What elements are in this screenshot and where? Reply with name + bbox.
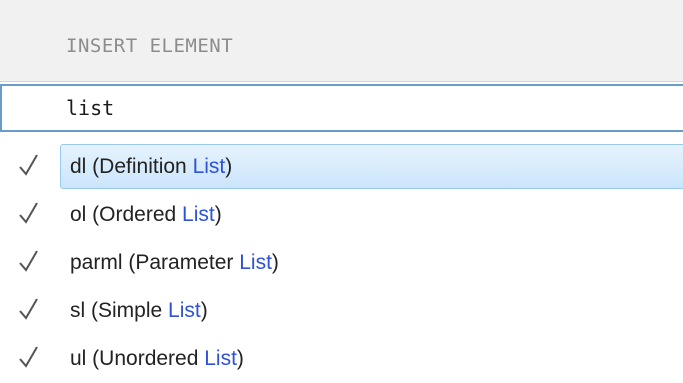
checkmark-icon <box>19 154 38 176</box>
item-label-match: List <box>182 203 215 226</box>
checkmark-icon <box>19 202 38 224</box>
item-label-text: parml (Parameter <box>70 251 240 274</box>
item-label-match: List <box>204 347 237 370</box>
item-label: ul (Unordered List) <box>70 347 244 371</box>
item-label-text: ul (Unordered <box>70 347 205 370</box>
item-label-suffix: ) <box>200 299 208 322</box>
results-list: dl (Definition List) ol (Ordered List) p… <box>0 144 683 383</box>
item-label-suffix: ) <box>225 155 233 178</box>
insert-element-panel: INSERT ELEMENT dl (Definition List) ol (… <box>0 0 683 383</box>
list-item-dl[interactable]: dl (Definition List) <box>0 144 683 192</box>
list-item-ul[interactable]: ul (Unordered List) <box>0 336 683 383</box>
checkmark-icon <box>19 250 38 272</box>
item-label-text: ol (Ordered <box>70 203 183 226</box>
list-item-parml[interactable]: parml (Parameter List) <box>0 240 683 288</box>
item-label-text: sl (Simple <box>70 299 169 322</box>
list-item-sl[interactable]: sl (Simple List) <box>0 288 683 336</box>
item-label: sl (Simple List) <box>70 299 208 323</box>
item-label: ol (Ordered List) <box>70 203 222 227</box>
checkmark-icon <box>19 346 38 368</box>
item-label-suffix: ) <box>271 251 279 274</box>
item-label-match: List <box>192 155 226 178</box>
panel-title: INSERT ELEMENT <box>66 35 234 57</box>
search-input[interactable] <box>66 86 666 130</box>
item-label-suffix: ) <box>214 203 222 226</box>
item-label-suffix: ) <box>236 347 244 370</box>
item-label-match: List <box>239 251 272 274</box>
item-label-match: List <box>168 299 201 322</box>
search-box[interactable] <box>0 84 683 132</box>
item-label: dl (Definition List) <box>70 155 232 179</box>
panel-header: INSERT ELEMENT <box>0 0 683 82</box>
list-item-ol[interactable]: ol (Ordered List) <box>0 192 683 240</box>
item-label-text: dl (Definition <box>70 155 193 178</box>
checkmark-icon <box>19 298 38 320</box>
item-label: parml (Parameter List) <box>70 251 279 275</box>
